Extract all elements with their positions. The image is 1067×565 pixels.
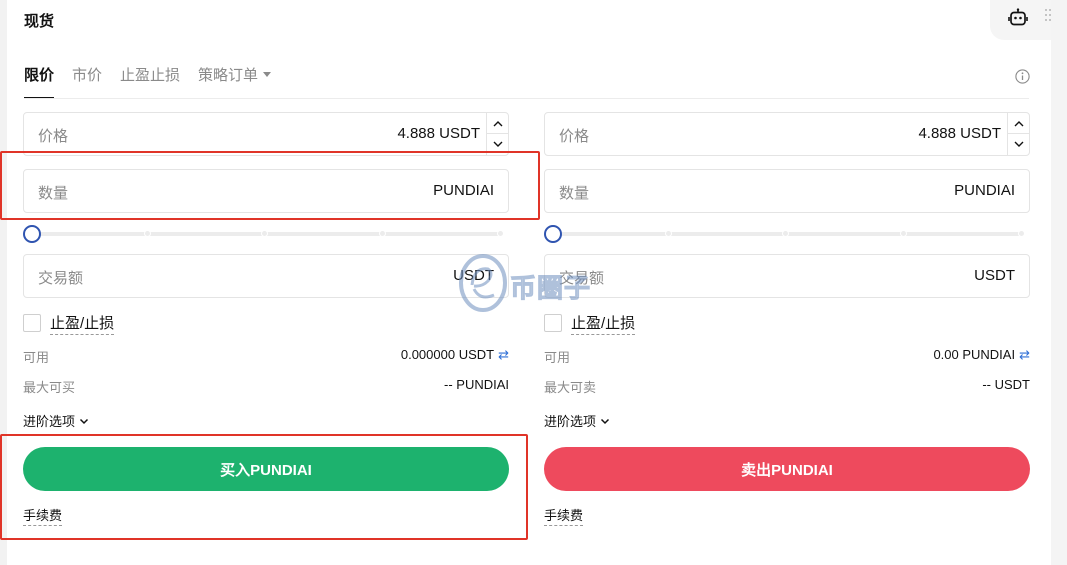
max-sell-value: -- USDT	[982, 377, 1030, 392]
tab-label: 止盈止损	[120, 67, 181, 84]
tpsl-checkbox[interactable]	[23, 314, 41, 332]
sell-max-row: 最大可卖 -- USDT	[544, 377, 1030, 395]
max-buy-value: -- PUNDIAI	[444, 377, 509, 392]
decrement-button[interactable]	[1008, 134, 1029, 155]
available-amount: 0.00 PUNDIAI	[933, 347, 1016, 362]
caret-down-icon	[263, 71, 272, 77]
sell-button[interactable]: 卖出PUNDIAI	[544, 447, 1030, 491]
increment-button[interactable]	[487, 113, 508, 134]
tpsl-checkbox[interactable]	[544, 314, 562, 332]
buy-button-highlight-box	[0, 434, 528, 540]
tab-market[interactable]: 市价	[72, 66, 102, 99]
price-stepper	[486, 113, 508, 155]
tab-label: 策略订单	[198, 67, 259, 84]
info-icon[interactable]	[1015, 69, 1030, 84]
amount-label: 数量	[559, 185, 590, 202]
available-label: 可用	[23, 350, 50, 365]
robot-icon[interactable]	[1008, 8, 1028, 28]
slider-tick[interactable]	[261, 230, 268, 237]
buy-tpsl-option[interactable]: 止盈/止损	[23, 312, 115, 335]
buy-advanced-options[interactable]: 进阶选项	[23, 411, 89, 430]
buy-amount-slider[interactable]	[23, 224, 509, 244]
sell-fee-label[interactable]: 手续费	[544, 505, 584, 526]
sell-available-row: 可用 0.00 PUNDIAI ⇄	[544, 347, 1030, 365]
chevron-up-icon	[1014, 120, 1023, 126]
tab-label: 市价	[72, 67, 103, 84]
slider-thumb[interactable]	[544, 225, 562, 243]
sell-advanced-options[interactable]: 进阶选项	[544, 411, 610, 430]
amount-highlight-box	[0, 151, 540, 220]
sell-amount-field[interactable]: 数量 PUNDIAI	[544, 169, 1030, 213]
price-value[interactable]: 4.888 USDT	[397, 125, 480, 142]
price-stepper	[1007, 113, 1029, 155]
total-unit: USDT	[974, 267, 1015, 284]
buy-available-row: 可用 0.000000 USDT ⇄	[23, 347, 509, 365]
chevron-down-icon	[600, 418, 610, 424]
sell-amount-slider[interactable]	[544, 224, 1030, 244]
advanced-label: 进阶选项	[544, 414, 597, 429]
tab-tpsl[interactable]: 止盈止损	[120, 66, 180, 99]
side-strip	[1051, 0, 1067, 565]
slider-tick[interactable]	[1018, 230, 1025, 237]
slider-tick[interactable]	[497, 230, 504, 237]
amount-unit: PUNDIAI	[954, 182, 1015, 199]
total-label: 交易额	[38, 270, 84, 287]
tab-divider	[24, 98, 1029, 99]
tpsl-label[interactable]: 止盈/止损	[50, 312, 115, 335]
swap-arrows-icon[interactable]: ⇄	[1019, 347, 1030, 363]
drag-handle-icon[interactable]	[1043, 8, 1053, 22]
max-buy-label: 最大可买	[23, 380, 76, 395]
available-value: 0.00 PUNDIAI ⇄	[933, 347, 1030, 363]
price-label: 价格	[559, 128, 590, 145]
watermark-logo: 币圈子	[458, 253, 618, 313]
increment-button[interactable]	[1008, 113, 1029, 134]
tab-limit[interactable]: 限价	[24, 66, 55, 99]
order-type-tabs: 限价 市价 止盈止损 策略订单	[24, 66, 272, 99]
buy-total-field[interactable]: 交易额 USDT	[23, 254, 509, 298]
slider-tick[interactable]	[144, 230, 151, 237]
swap-arrows-icon[interactable]: ⇄	[498, 347, 509, 363]
buy-max-row: 最大可买 -- PUNDIAI	[23, 377, 509, 395]
watermark-text: 币圈子	[509, 274, 592, 305]
chevron-down-icon	[79, 418, 89, 424]
sell-tpsl-option[interactable]: 止盈/止损	[544, 312, 636, 335]
slider-tick[interactable]	[665, 230, 672, 237]
chevron-down-icon	[493, 141, 502, 147]
tpsl-label[interactable]: 止盈/止损	[571, 312, 636, 335]
chevron-up-icon	[493, 120, 502, 126]
tab-strategy-order[interactable]: 策略订单	[198, 66, 272, 99]
slider-tick[interactable]	[782, 230, 789, 237]
tab-label: 限价	[24, 67, 55, 84]
chevron-down-icon	[1014, 141, 1023, 147]
slider-tick[interactable]	[900, 230, 907, 237]
sell-price-field[interactable]: 价格 4.888 USDT	[544, 112, 1030, 156]
available-label: 可用	[544, 350, 571, 365]
available-amount: 0.000000 USDT	[400, 347, 495, 362]
slider-thumb[interactable]	[23, 225, 41, 243]
slider-tick[interactable]	[379, 230, 386, 237]
price-label: 价格	[38, 128, 69, 145]
price-value[interactable]: 4.888 USDT	[918, 125, 1001, 142]
page-title: 现货	[24, 13, 55, 30]
buy-price-field[interactable]: 价格 4.888 USDT	[23, 112, 509, 156]
max-sell-label: 最大可卖	[544, 380, 597, 395]
available-value: 0.000000 USDT ⇄	[401, 347, 509, 363]
watermark-e-icon	[459, 254, 507, 312]
advanced-label: 进阶选项	[23, 414, 76, 429]
